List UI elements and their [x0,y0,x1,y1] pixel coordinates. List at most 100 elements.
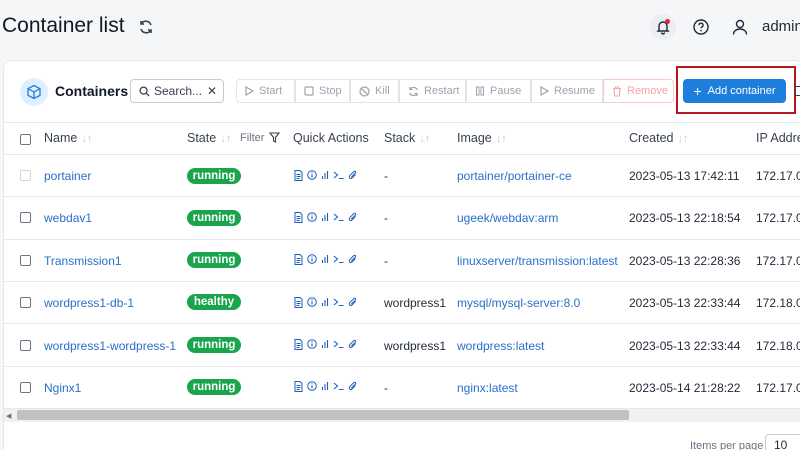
ip-cell: 172.18.0. [756,296,800,310]
console-icon[interactable] [333,170,344,180]
remove-button[interactable]: Remove [603,79,674,103]
attach-icon[interactable] [348,170,358,181]
column-state-label: State [187,131,217,145]
image-link[interactable]: mysql/mysql-server:8.0 [457,296,580,310]
resume-button[interactable]: Resume [531,79,603,103]
image-link[interactable]: wordpress:latest [457,339,544,353]
stats-icon[interactable] [321,297,329,307]
attach-icon[interactable] [348,297,358,308]
restart-button[interactable]: Restart [399,79,466,103]
sort-icon: ↓↑ [220,133,232,145]
scrollbar-thumb[interactable] [17,410,629,420]
user-icon[interactable] [731,18,749,36]
column-header-stack[interactable]: Stack ↓↑ [384,131,430,145]
console-icon[interactable] [333,381,344,391]
sort-icon: ↓↑ [495,133,507,145]
table-header-bottom-border [4,154,800,155]
stack-cell: - [384,169,388,183]
logs-icon[interactable] [294,211,303,223]
quick-actions [294,253,358,265]
row-divider [4,281,800,282]
column-stack-label: Stack [384,131,416,145]
inspect-icon[interactable] [307,254,317,264]
console-icon[interactable] [333,254,344,264]
logs-icon[interactable] [294,380,303,392]
logs-icon[interactable] [294,296,303,308]
console-icon[interactable] [333,297,344,307]
container-name-link[interactable]: webdav1 [44,211,92,225]
column-header-image[interactable]: Image ↓↑ [457,131,507,145]
columns-settings-icon[interactable] [795,86,800,96]
filter-label[interactable]: Filter [240,132,264,144]
stats-icon[interactable] [321,339,329,349]
stats-icon[interactable] [321,170,329,180]
column-image-label: Image [457,131,492,145]
notifications-button[interactable] [650,14,676,40]
image-link[interactable]: portainer/portainer-ce [457,169,572,183]
inspect-icon[interactable] [307,297,317,307]
pause-button[interactable]: Pause [466,79,531,103]
row-checkbox[interactable] [20,212,31,223]
stack-cell: wordpress1 [384,296,447,310]
logs-icon[interactable] [294,169,303,181]
scroll-left-arrow-icon[interactable]: ◀ [6,412,11,420]
container-name-link[interactable]: portainer [44,169,91,183]
inspect-icon[interactable] [307,212,317,222]
container-name-link[interactable]: wordpress1-wordpress-1 [44,339,176,353]
created-cell: 2023-05-13 17:42:11 [629,169,740,183]
containers-icon [20,78,48,106]
column-header-state[interactable]: State ↓↑ [187,131,231,145]
row-checkbox[interactable] [20,297,31,308]
attach-icon[interactable] [348,212,358,223]
help-icon[interactable] [693,19,709,35]
attach-icon[interactable] [348,254,358,265]
stop-button[interactable]: Stop [295,79,350,103]
column-header-ip[interactable]: IP Addre [756,131,800,145]
search-input[interactable] [154,83,206,99]
status-badge: running [187,210,241,226]
refresh-icon[interactable] [138,19,154,35]
logs-icon[interactable] [294,253,303,265]
kill-label: Kill [375,85,390,97]
remove-label: Remove [627,85,668,97]
user-name[interactable]: admin [762,18,800,35]
console-icon[interactable] [333,212,344,222]
stats-icon[interactable] [321,254,329,264]
row-checkbox[interactable] [20,255,31,266]
start-label: Start [259,85,283,97]
column-header-name[interactable]: Name ↓↑ [44,131,92,145]
container-name-link[interactable]: Nginx1 [44,381,81,395]
attach-icon[interactable] [348,339,358,350]
created-cell: 2023-05-14 21:28:22 [629,381,741,395]
table-header-top-border [4,122,800,123]
clear-search-icon[interactable]: ✕ [207,84,217,98]
start-button[interactable]: Start [236,79,295,103]
select-all-checkbox[interactable] [20,134,31,145]
stats-icon[interactable] [321,381,329,391]
console-icon[interactable] [333,339,344,349]
row-checkbox[interactable] [20,382,31,393]
inspect-icon[interactable] [307,381,317,391]
inspect-icon[interactable] [307,170,317,180]
stop-icon [304,86,314,96]
row-checkbox[interactable] [20,340,31,351]
kill-button[interactable]: Kill [350,79,399,103]
search-box[interactable]: ✕ [130,79,224,103]
row-divider [4,323,800,324]
inspect-icon[interactable] [307,339,317,349]
column-header-created[interactable]: Created ↓↑ [629,131,688,145]
container-name-link[interactable]: wordpress1-db-1 [44,296,134,310]
logs-icon[interactable] [294,338,303,350]
play-icon [245,86,254,96]
ban-icon [359,85,370,97]
filter-icon[interactable] [269,132,280,143]
trash-icon [612,85,622,97]
image-link[interactable]: nginx:latest [457,381,518,395]
quick-actions [294,211,358,223]
image-link[interactable]: ugeek/webdav:arm [457,211,558,225]
attach-icon[interactable] [348,381,358,392]
container-name-link[interactable]: Transmission1 [44,254,122,268]
stats-icon[interactable] [321,212,329,222]
items-per-page-select[interactable]: 10 [765,434,800,450]
image-link[interactable]: linuxserver/transmission:latest [457,254,618,268]
